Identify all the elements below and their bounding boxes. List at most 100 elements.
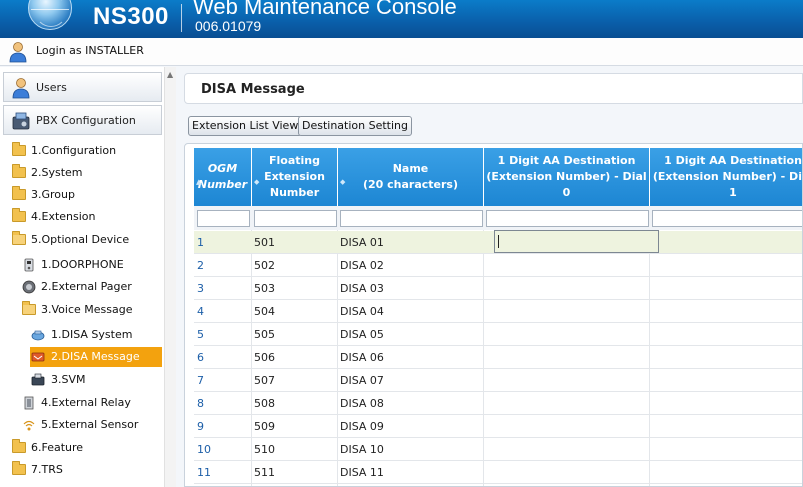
tree-item-label: 3.SVM <box>51 373 86 386</box>
doorphone-icon <box>24 258 34 272</box>
cell-name[interactable]: DISA 11 <box>340 466 384 479</box>
tree-item-label: 2.DISA Message <box>51 350 140 363</box>
table-row[interactable]: 5 505 DISA 05 <box>194 323 802 346</box>
sort-icon: ◆ <box>340 178 346 186</box>
cell-ogm-number: 4 <box>197 305 204 318</box>
tree-item-doorphone[interactable]: 1.DOORPHONE <box>20 255 160 275</box>
cell-name[interactable]: DISA 04 <box>340 305 384 318</box>
tree-item-trs[interactable]: 7.TRS <box>10 460 160 480</box>
tree-item-label: 3.Voice Message <box>41 303 133 316</box>
filter-input-ogm[interactable] <box>197 210 250 227</box>
tree-item-feature[interactable]: 6.Feature <box>10 438 160 458</box>
table-row[interactable]: 4 504 DISA 04 <box>194 300 802 323</box>
column-header-aa-dial-0[interactable]: 1 Digit AA Destination (Extension Number… <box>484 148 650 206</box>
tree-item-external-sensor[interactable]: 5.External Sensor <box>20 415 160 435</box>
table-row[interactable]: 1 501 DISA 01 <box>194 230 802 254</box>
cell-name[interactable]: DISA 09 <box>340 420 384 433</box>
tree-item-optional-device[interactable]: 5.Optional Device <box>10 230 160 250</box>
cell-extension[interactable]: 510 <box>254 443 275 456</box>
sidebar-panel-pbx-configuration[interactable]: PBX Configuration <box>3 105 162 135</box>
cell-ogm-number: 1 <box>197 236 204 249</box>
sidebar-scrollbar[interactable]: ▲ <box>164 67 176 487</box>
table-row[interactable]: 9 509 DISA 09 <box>194 415 802 438</box>
table-row[interactable]: 8 508 DISA 08 <box>194 392 802 415</box>
cell-name[interactable]: DISA 06 <box>340 351 384 364</box>
column-header-floating-extension[interactable]: ◆ Floating Extension Number <box>252 148 338 206</box>
table-row[interactable]: 7 507 DISA 07 <box>194 369 802 392</box>
sidebar-panel-users[interactable]: Users <box>3 72 162 102</box>
filter-input-extension[interactable] <box>254 210 337 227</box>
cell-extension[interactable]: 501 <box>254 236 275 249</box>
main-content: DISA Message Extension List View Destina… <box>184 73 803 487</box>
page-title-bar: DISA Message <box>184 73 803 104</box>
cell-extension[interactable]: 509 <box>254 420 275 433</box>
cell-ogm-number: 11 <box>197 466 211 479</box>
tree-item-configuration[interactable]: 1.Configuration <box>10 141 160 161</box>
tree-item-label: 3.Group <box>31 188 75 201</box>
tree-item-disa-system[interactable]: 1.DISA System <box>30 325 162 345</box>
cell-extension[interactable]: 505 <box>254 328 275 341</box>
extension-list-view-button[interactable]: Extension List View <box>188 116 303 136</box>
table-row[interactable]: 10 510 DISA 10 <box>194 438 802 461</box>
cell-name[interactable]: DISA 10 <box>340 443 384 456</box>
tree-item-voice-message[interactable]: 3.Voice Message <box>20 300 160 320</box>
table-row[interactable]: 2 502 DISA 02 <box>194 254 802 277</box>
cell-name[interactable]: DISA 05 <box>340 328 384 341</box>
login-bar: Login as INSTALLER <box>0 38 803 66</box>
cell-ogm-number: 3 <box>197 282 204 295</box>
column-header-aa-dial-1[interactable]: 1 Digit AA Destination (Extension Number… <box>650 148 803 206</box>
folder-icon <box>12 208 26 222</box>
tree-item-external-pager[interactable]: 2.External Pager <box>20 277 160 297</box>
tree-item-label: 2.External Pager <box>41 280 132 293</box>
tree-item-system[interactable]: 2.System <box>10 163 160 183</box>
scroll-up-icon[interactable]: ▲ <box>167 70 173 79</box>
cell-extension[interactable]: 511 <box>254 466 275 479</box>
column-header-name[interactable]: ◆ Name (20 characters) <box>338 148 484 206</box>
table-row[interactable]: 3 503 DISA 03 <box>194 277 802 300</box>
filter-input-aa-dial-1[interactable] <box>652 210 802 227</box>
folder-open-icon <box>22 301 36 315</box>
cell-name[interactable]: DISA 01 <box>340 236 384 249</box>
filter-input-aa-dial-0[interactable] <box>486 210 649 227</box>
tree-item-extension[interactable]: 4.Extension <box>10 207 160 227</box>
tree-item-group[interactable]: 3.Group <box>10 185 160 205</box>
relay-icon <box>24 396 34 410</box>
cell-name[interactable]: DISA 02 <box>340 259 384 272</box>
sidebar-panel-label: PBX Configuration <box>36 114 136 127</box>
table-row[interactable]: 6 506 DISA 06 <box>194 346 802 369</box>
column-header-text: Number <box>197 178 248 191</box>
cell-extension[interactable]: 506 <box>254 351 275 364</box>
table-row[interactable]: 11 511 DISA 11 <box>194 461 802 484</box>
destination-setting-button[interactable]: Destination Setting <box>298 116 413 136</box>
column-header-text: 1 Digit AA Destination <box>497 154 636 167</box>
column-header-text: OGM <box>207 162 238 175</box>
column-header-ogm-number[interactable]: ▲ OGM Number <box>194 148 252 206</box>
cell-name[interactable]: DISA 08 <box>340 397 384 410</box>
tree-item-label: 4.Extension <box>31 210 96 223</box>
sensor-icon <box>23 420 35 431</box>
tree-item-external-relay[interactable]: 4.External Relay <box>20 393 160 413</box>
cell-extension[interactable]: 503 <box>254 282 275 295</box>
cell-name[interactable]: DISA 03 <box>340 282 384 295</box>
cell-extension[interactable]: 502 <box>254 259 275 272</box>
tree-item-svm[interactable]: 3.SVM <box>30 370 162 390</box>
user-icon <box>12 78 30 99</box>
sidebar-panel-label: Users <box>36 81 67 94</box>
cell-name[interactable]: DISA 07 <box>340 374 384 387</box>
filter-input-name[interactable] <box>340 210 483 227</box>
column-header-text: (Extension Number) - Dial 1 <box>652 170 803 199</box>
tree-item-disa-message[interactable]: 2.DISA Message <box>30 347 162 367</box>
cell-extension[interactable]: 508 <box>254 397 275 410</box>
column-header-text: Floating <box>269 154 320 167</box>
active-edit-cell[interactable] <box>494 230 659 253</box>
pbx-icon <box>12 112 30 130</box>
tree-item-label: 1.DOORPHONE <box>41 258 124 271</box>
cell-ogm-number: 10 <box>197 443 211 456</box>
login-status: Login as INSTALLER <box>36 44 144 57</box>
folder-icon <box>12 186 26 200</box>
tree-item-label: 7.TRS <box>31 463 63 476</box>
filter-row <box>194 206 802 230</box>
cell-extension[interactable]: 504 <box>254 305 275 318</box>
folder-open-icon <box>12 231 26 245</box>
cell-extension[interactable]: 507 <box>254 374 275 387</box>
